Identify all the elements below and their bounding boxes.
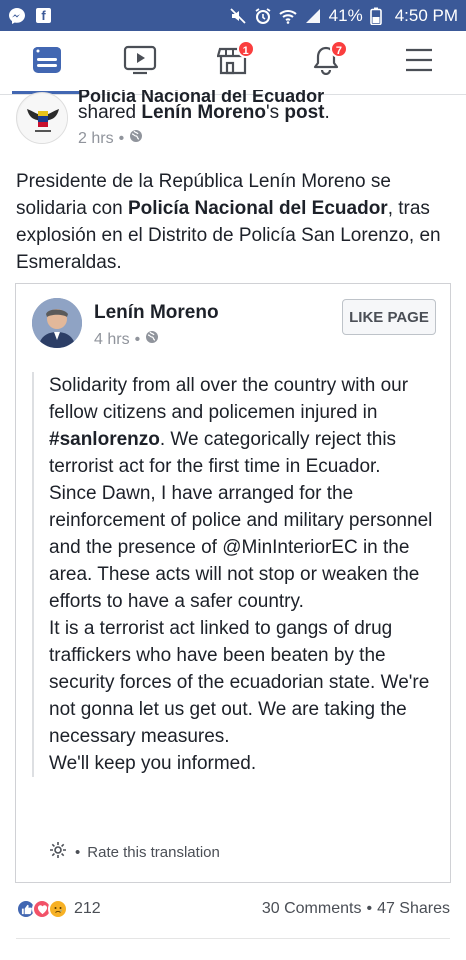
quote-paragraph: It is a terrorist act linked to gangs of… [49, 618, 430, 747]
card-time[interactable]: 4 hrs [94, 331, 130, 349]
quote-paragraph: Solidarity from all over the country wit… [49, 372, 436, 480]
nav-marketplace[interactable]: 1 [186, 31, 279, 94]
alarm-icon [254, 7, 272, 25]
shares-count[interactable]: 47 Shares [377, 900, 450, 918]
quote-a1: Solidarity from all over the country wit… [49, 375, 409, 423]
period: . [324, 102, 330, 123]
dot: • [75, 843, 81, 861]
messenger-icon [8, 7, 26, 25]
battery-percent: 41% [328, 5, 363, 25]
hamburger-menu-icon [404, 47, 434, 78]
mute-icon [229, 7, 247, 25]
reactions-summary[interactable]: 212 [16, 899, 101, 919]
shared-post-link[interactable]: post [284, 102, 324, 123]
shared-prefix: shared [78, 102, 137, 123]
page-avatar[interactable] [16, 92, 68, 144]
globe-icon [145, 330, 159, 349]
post-header: Policía Nacional del Ecuador shared Lení… [16, 86, 456, 150]
engagement-counts: 30 Comments • 47 Shares [262, 900, 450, 918]
author-name[interactable]: Lenín Moreno [94, 302, 219, 324]
notifications-badge: 7 [329, 40, 348, 58]
facebook-icon: f [36, 8, 51, 23]
police-seal-icon [18, 94, 67, 143]
comments-count[interactable]: 30 Comments [262, 900, 362, 918]
nav-news-feed[interactable] [0, 31, 93, 94]
quote-paragraph: We'll keep you informed. [49, 753, 257, 774]
post-time[interactable]: 2 hrs [78, 130, 114, 148]
shared-author-link[interactable]: Lenín Moreno [141, 102, 266, 123]
footer-divider [16, 938, 450, 939]
battery-icon [369, 7, 388, 25]
person-photo-icon [32, 298, 82, 348]
counts-separator: • [366, 900, 373, 917]
quote-paragraph: Since Dawn, I have arranged for the rein… [49, 483, 433, 612]
shared-suffix: 's [265, 102, 280, 123]
post-text-page-link[interactable]: Policía Nacional del Ecuador [128, 198, 388, 219]
post-meta: 2 hrs • [78, 129, 143, 148]
card-meta: 4 hrs • [94, 330, 159, 349]
shared-post-card[interactable]: Lenín Moreno 4 hrs • LIKE PAGE Solidarit… [15, 283, 451, 883]
reaction-count: 212 [74, 900, 101, 917]
watch-icon [123, 45, 157, 80]
post-body: Presidente de la República Lenín Moreno … [16, 168, 456, 276]
rate-translation-link[interactable]: Rate this translation [87, 844, 220, 861]
signal-icon [304, 7, 322, 25]
nav-menu[interactable] [373, 31, 466, 94]
action-bar-edge [0, 950, 466, 960]
like-page-button[interactable]: LIKE PAGE [342, 299, 436, 335]
meta-dot: • [134, 330, 141, 348]
author-avatar[interactable] [32, 298, 82, 348]
news-feed-icon [31, 45, 63, 80]
wifi-icon [278, 7, 297, 25]
translation-row: • Rate this translation [48, 840, 220, 864]
quoted-text: Solidarity from all over the country wit… [32, 372, 436, 777]
settings-gear-icon[interactable] [48, 840, 68, 864]
status-bar: f 41% 4:50 PM [0, 0, 466, 31]
clock: 4:50 PM [394, 5, 458, 25]
hashtag-link[interactable]: #sanlorenzo [49, 429, 160, 450]
nav-notifications[interactable]: 7 [280, 31, 373, 94]
globe-icon [129, 129, 143, 148]
sad-reaction-icon [48, 899, 68, 919]
shared-line: shared Lenín Moreno's post. [78, 102, 330, 124]
meta-dot: • [118, 129, 125, 147]
marketplace-badge: 1 [236, 40, 255, 58]
nav-watch[interactable] [93, 31, 186, 94]
